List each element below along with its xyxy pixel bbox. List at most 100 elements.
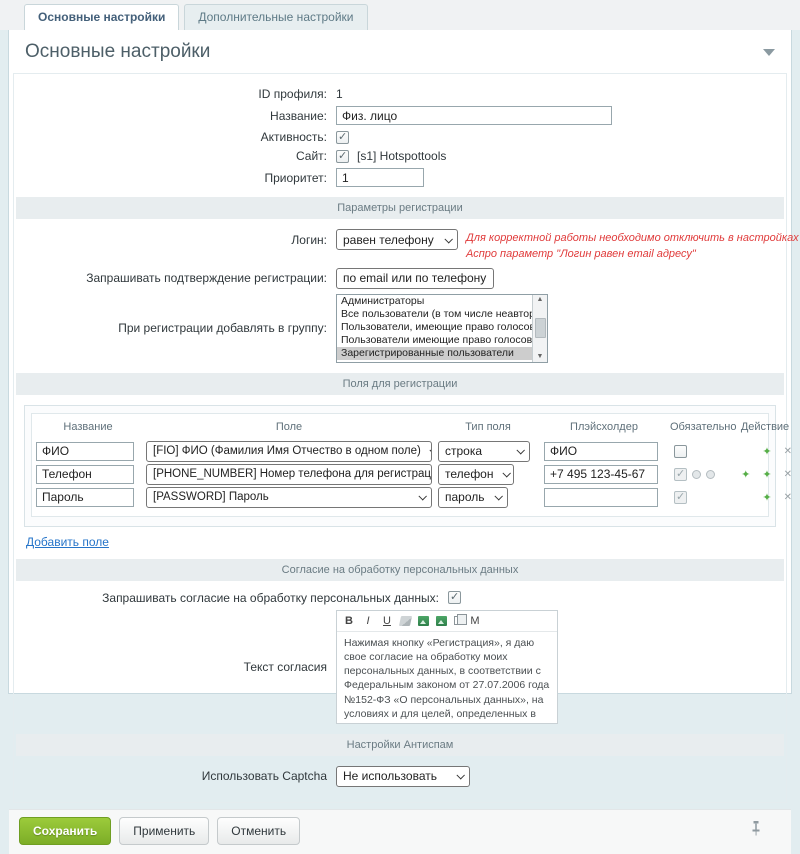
copy-icon[interactable] [454,616,462,625]
pin-icon[interactable] [751,820,761,839]
col-type: Тип поля [438,421,538,433]
add-field-link[interactable]: Добавить поле [26,535,109,549]
delete-field-icon[interactable]: ✕ [784,469,792,480]
save-button[interactable]: Сохранить [19,817,111,845]
editor-toolbar: B I U M [337,611,557,631]
col-field: Поле [146,421,432,433]
fields-table-panel: Название Поле Тип поля Плэйсхолдер Обяза… [24,405,776,527]
group-option[interactable]: Пользователи имеющие право голосовать за… [337,334,532,347]
login-select-value: равен телефону [343,233,434,247]
table-row: [FIO] ФИО (Фамилия Имя Отчество в одном … [36,441,764,462]
chevron-down-icon [516,446,524,454]
col-action: Действие [732,421,798,433]
clear-format-icon[interactable] [399,616,412,626]
consent-text-label: Текст согласия [14,660,336,674]
chevron-down-icon [444,235,452,243]
ask-consent-checkbox[interactable] [448,591,461,604]
name-input[interactable] [336,106,612,125]
field-type-select[interactable]: строка [438,441,530,462]
add-field-icon[interactable]: ✦ [762,468,771,481]
delete-field-icon[interactable]: ✕ [784,446,792,457]
group-option-selected[interactable]: Зарегистрированные пользователи [337,347,532,360]
col-placeholder: Плэйсхолдер [544,421,664,433]
add-field-icon[interactable]: ✦ [741,468,750,481]
cancel-button[interactable]: Отменить [217,817,300,845]
group-option[interactable]: Администраторы [337,295,532,308]
required-checkbox[interactable] [674,468,687,481]
delete-field-icon[interactable]: ✕ [784,492,792,503]
chevron-down-icon [418,492,426,500]
field-type-value: строка [445,444,482,458]
settings-panel: Основные настройки ID профиля: 1 Названи… [8,30,792,694]
priority-label: Приоритет: [14,171,336,185]
scroll-up-icon[interactable]: ▲ [537,296,544,304]
confirm-registration-label: Запрашивать подтверждение регистрации: [14,271,336,285]
groups-listbox[interactable]: Администраторы Все пользователи (в том ч… [336,294,548,363]
required-checkbox[interactable] [674,445,687,458]
captcha-label: Использовать Captcha [14,769,336,783]
field-code-value: [PHONE_NUMBER] Номер телефона для регист… [153,468,432,480]
chevron-down-icon [429,446,432,454]
field-type-value: пароль [445,490,485,504]
scroll-down-icon[interactable]: ▼ [537,353,544,361]
scrollbar-thumb[interactable] [535,318,546,338]
login-warning-note: Для корректной работы необходимо отключи… [466,229,800,263]
section-consent: Согласие на обработку персональных данны… [16,559,784,581]
spellcheck-button[interactable]: M [469,615,481,627]
field-placeholder-input[interactable] [544,488,658,507]
field-type-select[interactable]: пароль [438,487,508,508]
priority-input[interactable] [336,168,424,187]
active-checkbox[interactable] [336,131,349,144]
table-row: [PHONE_NUMBER] Номер телефона для регист… [36,464,764,485]
collapse-arrow-icon[interactable] [763,49,775,56]
insert-video-icon[interactable] [436,616,447,626]
tab-main-settings[interactable]: Основные настройки [24,4,179,30]
chevron-down-icon [502,469,510,477]
table-row: [PASSWORD] Пароль пароль ✦ ✕ [36,487,764,508]
italic-button[interactable]: I [362,615,374,627]
phone-option-radio[interactable] [706,470,715,479]
add-field-icon[interactable]: ✦ [762,491,771,504]
field-type-value: телефон [445,467,494,481]
field-code-value: [PASSWORD] Пароль [153,491,269,503]
tab-bar: Основные настройки Дополнительные настро… [0,0,800,30]
field-code-select[interactable]: [FIO] ФИО (Фамилия Имя Отчество в одном … [146,441,432,462]
field-code-select[interactable]: [PASSWORD] Пароль [146,487,432,508]
group-option[interactable]: Пользователи, имеющие право голосовать з… [337,321,532,334]
required-checkbox[interactable] [674,491,687,504]
consent-text-area[interactable]: Нажимая кнопку «Регистрация», я даю свое… [337,631,557,723]
field-placeholder-input[interactable] [544,465,658,484]
ask-consent-label: Запрашивать согласие на обработку персон… [14,591,448,605]
field-placeholder-input[interactable] [544,442,658,461]
bold-button[interactable]: B [343,615,355,627]
section-antispam: Настройки Антиспам [16,734,784,756]
col-name: Название [36,421,140,433]
add-field-icon[interactable]: ✦ [762,445,771,458]
phone-option-radio[interactable] [692,470,701,479]
chevron-down-icon [494,492,502,500]
field-name-input[interactable] [36,465,134,484]
underline-button[interactable]: U [381,615,393,627]
tab-additional-settings[interactable]: Дополнительные настройки [184,4,367,30]
insert-image-icon[interactable] [418,616,429,626]
confirm-registration-select[interactable]: по email или по телефону [336,268,494,289]
form-body: ID профиля: 1 Название: Активность: Сайт… [13,73,787,803]
field-name-input[interactable] [36,442,134,461]
action-bar: Сохранить Применить Отменить [9,809,791,854]
consent-text-editor: B I U M Нажимая кнопку «Регистрация», я … [336,610,558,724]
site-checkbox[interactable] [336,150,349,163]
listbox-scrollbar[interactable]: ▲ ▼ [532,295,547,362]
profile-id-value: 1 [336,87,343,101]
apply-button[interactable]: Применить [119,817,209,845]
login-select[interactable]: равен телефону [336,229,458,250]
page-title: Основные настройки [25,41,210,63]
profile-id-label: ID профиля: [14,87,336,101]
field-type-select[interactable]: телефон [438,464,514,485]
group-option[interactable]: Все пользователи (в том числе неавторизо… [337,308,532,321]
captcha-select[interactable]: Не использовать [336,766,470,787]
field-code-select[interactable]: [PHONE_NUMBER] Номер телефона для регист… [146,464,432,485]
fields-table-header: Название Поле Тип поля Плэйсхолдер Обяза… [36,417,764,439]
captcha-select-value: Не использовать [343,769,437,783]
section-registration-fields: Поля для регистрации [16,373,784,395]
field-name-input[interactable] [36,488,134,507]
